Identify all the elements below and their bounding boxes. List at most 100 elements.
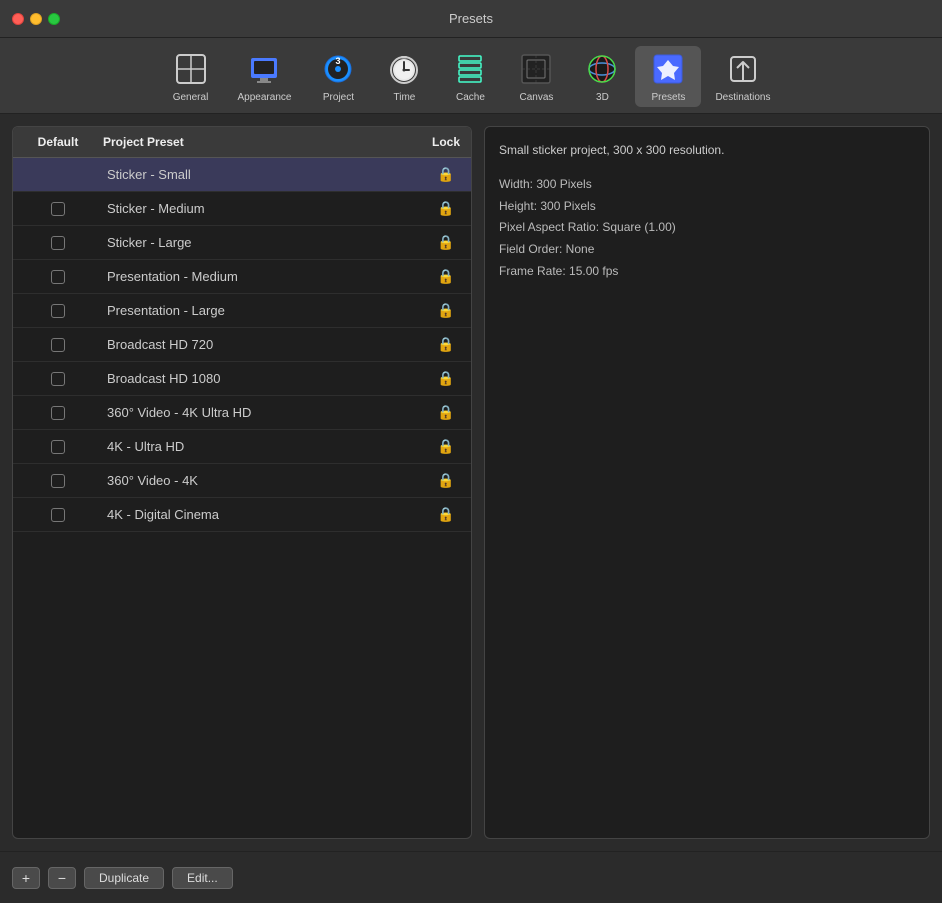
lock-icon: 🔒	[437, 302, 454, 319]
info-detail-line: Height: 300 Pixels	[499, 196, 915, 218]
minimize-button[interactable]	[30, 13, 42, 25]
general-label: General	[173, 92, 209, 103]
cell-preset-name: Broadcast HD 1080	[103, 365, 421, 392]
default-checkbox[interactable]	[51, 304, 65, 318]
lock-icon: 🔒	[437, 370, 454, 387]
3d-label: 3D	[596, 92, 609, 103]
cell-preset-name: 360° Video - 4K	[103, 467, 421, 494]
remove-button[interactable]: −	[48, 867, 76, 889]
cell-default[interactable]	[13, 440, 103, 454]
cell-default[interactable]	[13, 508, 103, 522]
cell-default[interactable]	[13, 372, 103, 386]
3d-icon	[583, 50, 621, 88]
toolbar-item-3d[interactable]: 3D	[569, 46, 635, 107]
info-panel: Small sticker project, 300 x 300 resolut…	[484, 126, 930, 839]
lock-icon: 🔒	[437, 200, 454, 217]
toolbar: General Appearance 3 Project Time Cache	[0, 38, 942, 114]
default-checkbox[interactable]	[51, 202, 65, 216]
default-checkbox[interactable]	[51, 270, 65, 284]
header-lock: Lock	[421, 135, 471, 149]
maximize-button[interactable]	[48, 13, 60, 25]
canvas-icon	[517, 50, 555, 88]
default-checkbox[interactable]	[51, 372, 65, 386]
cell-lock: 🔒	[421, 200, 471, 217]
toolbar-item-presets[interactable]: Presets	[635, 46, 701, 107]
info-detail-line: Width: 300 Pixels	[499, 174, 915, 196]
window-title: Presets	[449, 11, 493, 26]
cell-default[interactable]	[13, 202, 103, 216]
cell-default[interactable]	[13, 236, 103, 250]
toolbar-item-canvas[interactable]: Canvas	[503, 46, 569, 107]
appearance-icon	[245, 50, 283, 88]
presets-icon	[649, 50, 687, 88]
cell-preset-name: Broadcast HD 720	[103, 331, 421, 358]
presets-label: Presets	[652, 92, 686, 103]
cell-lock: 🔒	[421, 506, 471, 523]
time-label: Time	[394, 92, 416, 103]
toolbar-item-cache[interactable]: Cache	[437, 46, 503, 107]
table-row[interactable]: Broadcast HD 720 🔒	[13, 328, 471, 362]
cell-lock: 🔒	[421, 234, 471, 251]
table-row[interactable]: Sticker - Large 🔒	[13, 226, 471, 260]
lock-icon: 🔒	[437, 166, 454, 183]
cell-lock: 🔒	[421, 472, 471, 489]
default-checkbox[interactable]	[51, 440, 65, 454]
titlebar: Presets	[0, 0, 942, 38]
toolbar-item-destinations[interactable]: Destinations	[701, 46, 784, 107]
toolbar-item-time[interactable]: Time	[371, 46, 437, 107]
table-row[interactable]: Presentation - Large🔒	[13, 294, 471, 328]
default-checkbox[interactable]	[51, 236, 65, 250]
project-label: Project	[323, 92, 354, 103]
canvas-label: Canvas	[520, 92, 554, 103]
table-row[interactable]: 4K - Digital Cinema🔒	[13, 498, 471, 532]
cell-default[interactable]	[13, 270, 103, 284]
info-title: Small sticker project, 300 x 300 resolut…	[499, 141, 915, 160]
table-row[interactable]: Presentation - Medium🔒	[13, 260, 471, 294]
lock-icon: 🔒	[437, 336, 454, 353]
cell-preset-name: 4K - Ultra HD	[103, 433, 421, 460]
table-row[interactable]: Broadcast HD 1080 🔒	[13, 362, 471, 396]
cell-lock: 🔒	[421, 404, 471, 421]
table-row[interactable]: 4K - Ultra HD 🔒	[13, 430, 471, 464]
header-default: Default	[13, 133, 103, 151]
lock-icon: 🔒	[437, 506, 454, 523]
cell-lock: 🔒	[421, 370, 471, 387]
appearance-label: Appearance	[238, 92, 292, 103]
table-body: Sticker - Small🔒Sticker - Medium🔒Sticker…	[13, 158, 471, 838]
table-row[interactable]: 360° Video - 4K Ultra HD🔒	[13, 396, 471, 430]
table-header: Default Project Preset Lock	[13, 127, 471, 158]
table-row[interactable]: Sticker - Medium🔒	[13, 192, 471, 226]
info-detail-line: Frame Rate: 15.00 fps	[499, 261, 915, 283]
default-checkbox[interactable]	[51, 406, 65, 420]
cell-lock: 🔒	[421, 336, 471, 353]
destinations-icon	[724, 50, 762, 88]
bottom-bar: + − Duplicate Edit...	[0, 851, 942, 903]
info-detail-line: Field Order: None	[499, 239, 915, 261]
default-checkbox[interactable]	[51, 508, 65, 522]
duplicate-button[interactable]: Duplicate	[84, 867, 164, 889]
add-button[interactable]: +	[12, 867, 40, 889]
table-row[interactable]: 360° Video - 4K🔒	[13, 464, 471, 498]
svg-text:3: 3	[336, 56, 341, 66]
cell-preset-name: Sticker - Small	[103, 161, 421, 188]
default-checkbox[interactable]	[51, 338, 65, 352]
lock-icon: 🔒	[437, 404, 454, 421]
toolbar-item-project[interactable]: 3 Project	[305, 46, 371, 107]
lock-icon: 🔒	[437, 438, 454, 455]
close-button[interactable]	[12, 13, 24, 25]
cell-lock: 🔒	[421, 438, 471, 455]
info-details: Width: 300 PixelsHeight: 300 PixelsPixel…	[499, 174, 915, 282]
lock-icon: 🔒	[437, 234, 454, 251]
cell-default[interactable]	[13, 474, 103, 488]
presets-panel: Default Project Preset Lock Sticker - Sm…	[12, 126, 472, 839]
cell-default[interactable]	[13, 406, 103, 420]
cell-lock: 🔒	[421, 268, 471, 285]
default-checkbox[interactable]	[51, 474, 65, 488]
edit-button[interactable]: Edit...	[172, 867, 233, 889]
cell-default[interactable]	[13, 338, 103, 352]
cell-default[interactable]	[13, 304, 103, 318]
toolbar-item-general[interactable]: General	[158, 46, 224, 107]
toolbar-item-appearance[interactable]: Appearance	[224, 46, 306, 107]
table-row[interactable]: Sticker - Small 🔒	[13, 158, 471, 192]
cell-preset-name: Sticker - Large	[103, 229, 421, 256]
